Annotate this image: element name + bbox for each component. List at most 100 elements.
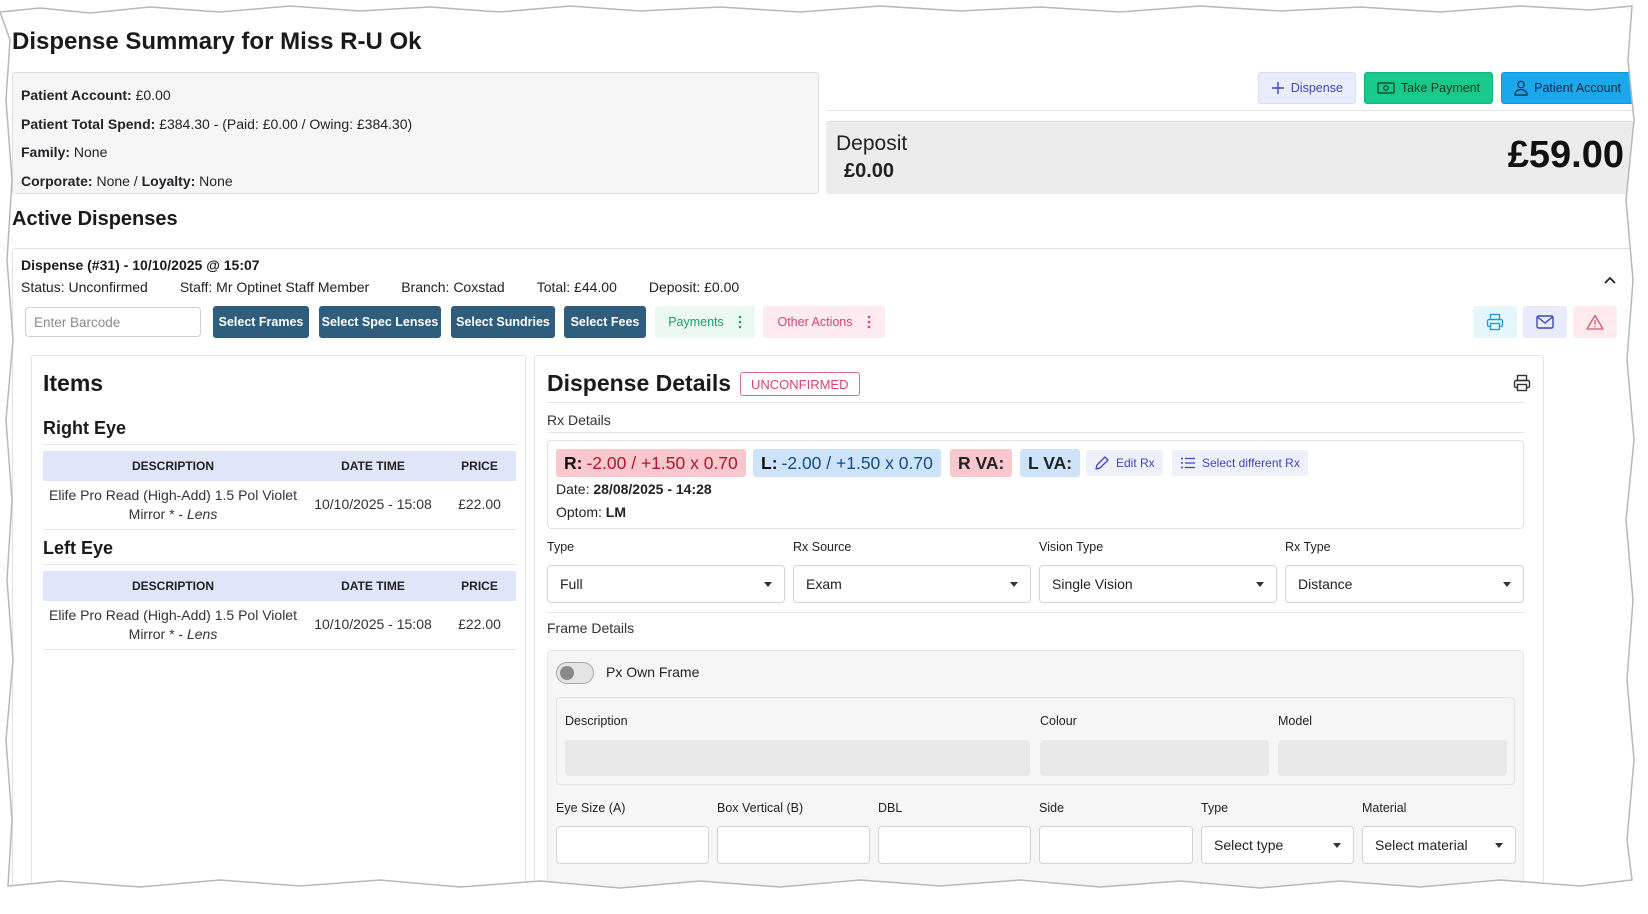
table-header-row: DESCRIPTION DATE TIME PRICE [43,451,516,481]
item-description: Elife Pro Read (High-Add) 1.5 Pol Violet… [43,481,303,530]
total-spend-label: Patient Total Spend: [21,115,156,132]
dispense-status: Status: Unconfirmed [21,279,148,295]
rx-right-va: R VA: [950,449,1013,477]
material-placeholder: Select material [1375,837,1468,853]
left-eye-title: Left Eye [43,538,114,558]
model-field [1278,740,1507,776]
patient-account-label: Patient Account: [21,87,132,103]
payments-menu-button[interactable]: Payments [655,306,755,338]
take-payment-button[interactable]: Take Payment [1363,72,1494,104]
rx-left-va: L VA: [1020,449,1081,477]
px-own-frame-label: Px Own Frame [606,664,700,680]
loyalty-label: Loyalty: [141,172,196,189]
rx-source-select-value: Exam [806,576,842,592]
patient-account-value: £0.00 [135,87,171,103]
select-different-rx-label: Select different Rx [1202,456,1300,470]
items-panel: Items Right Eye DESCRIPTION DATE TIME PR… [31,355,526,914]
rx-source-label: Rx Source [793,540,852,554]
chevron-up-icon[interactable] [1599,269,1621,291]
type-select[interactable]: Full [547,565,785,603]
rx-date-label: Date: [556,481,590,497]
dispense-branch: Branch: Coxstad [401,279,505,295]
eye-size-input[interactable] [556,826,709,864]
side-input[interactable] [1039,826,1193,864]
caret-down-icon [1495,842,1503,848]
item-datetime: 10/10/2025 - 15:08 [303,481,443,530]
account-summary: Patient Account: £0.00 Patient Total Spe… [12,72,819,194]
alert-button[interactable] [1573,306,1617,338]
kebab-icon [867,315,870,329]
printer-icon[interactable] [1513,374,1531,395]
item-description-line1: Elife Pro Read (High-Add) 1.5 Pol Violet [49,606,297,623]
dispense-heading: Dispense (#31) - 10/10/2025 @ 15:07 [21,257,260,273]
barcode-input[interactable] [25,307,201,337]
patient-account-button[interactable]: Patient Account [1501,72,1634,104]
rx-optom: Optom: LM [556,504,626,520]
rx-optom-value: LM [605,504,627,520]
rx-right-chip: R: -2.00 / +1.50 x 0.70 [556,449,746,477]
column-header: DESCRIPTION [43,451,303,481]
table-row[interactable]: Elife Pro Read (High-Add) 1.5 Pol Violet… [43,481,516,530]
list-icon [1181,457,1195,469]
cash-icon [1377,82,1395,94]
rx-right-label: R: [564,452,583,473]
material-select[interactable]: Select material [1362,826,1516,864]
item-description: Elife Pro Read (High-Add) 1.5 Pol Violet… [43,601,303,650]
rx-date-value: 28/08/2025 - 14:28 [593,481,712,497]
printer-icon [1486,313,1504,331]
item-description-line2: Mirror * - [128,625,187,642]
edit-rx-label: Edit Rx [1116,456,1155,470]
vision-type-select-value: Single Vision [1052,576,1133,592]
table-row[interactable]: Elife Pro Read (High-Add) 1.5 Pol Violet… [43,601,516,650]
dispense-toolbar: Select Frames Select Spec Lenses Select … [25,306,1623,338]
caret-down-icon [1333,842,1341,848]
colour-label: Colour [1040,714,1077,728]
right-eye-title: Right Eye [43,418,127,438]
dbl-input[interactable] [878,826,1031,864]
select-spec-lenses-button[interactable]: Select Spec Lenses [319,306,441,338]
envelope-icon [1536,315,1554,329]
take-payment-label: Take Payment [1400,81,1481,95]
select-frames-button[interactable]: Select Frames [213,306,309,338]
select-different-rx-button[interactable]: Select different Rx [1172,450,1308,476]
items-title: Items [43,370,104,396]
rx-left-chip: L: -2.00 / +1.50 x 0.70 [753,449,941,477]
select-fees-button[interactable]: Select Fees [564,306,646,338]
rx-summary: R: -2.00 / +1.50 x 0.70 L: -2.00 / +1.50… [547,440,1524,529]
other-actions-menu-button[interactable]: Other Actions [763,306,885,338]
column-header: PRICE [443,571,516,601]
family-label: Family: [21,144,71,160]
dispense-card: Dispense (#31) - 10/10/2025 @ 15:07 Stat… [12,248,1634,914]
rx-source-select[interactable]: Exam [793,565,1031,603]
active-dispenses-title: Active Dispenses [12,208,178,230]
select-sundries-button[interactable]: Select Sundries [451,306,555,338]
top-actions: Dispense Take Payment Patient Account [1257,72,1634,104]
eye-size-label: Eye Size (A) [556,801,626,815]
column-header: DESCRIPTION [43,571,303,601]
description-label: Description [565,714,628,728]
dispense-button[interactable]: Dispense [1257,72,1356,104]
box-vertical-input[interactable] [717,826,870,864]
box-vertical-label: Box Vertical (B) [717,801,804,815]
family-line: Family: None [21,138,810,167]
dispense-details-panel: Dispense Details UNCONFIRMED Rx Details … [534,355,1544,914]
frame-type-select[interactable]: Select type [1201,826,1354,864]
rx-type-select[interactable]: Distance [1285,565,1524,603]
frame-details-label: Frame Details [547,620,635,636]
edit-rx-button[interactable]: Edit Rx [1086,450,1163,476]
email-button[interactable] [1523,306,1567,338]
rx-right-value: -2.00 / +1.50 x 0.70 [586,452,738,473]
px-own-frame-toggle[interactable] [556,662,594,684]
table-header-row: DESCRIPTION DATE TIME PRICE [43,571,516,601]
rx-left-value: -2.00 / +1.50 x 0.70 [781,452,933,473]
print-button[interactable] [1473,306,1517,338]
item-price: £22.00 [443,601,516,650]
colour-field [1040,740,1269,776]
item-type: Lens [186,625,218,642]
deposit-total: £59.00 [1507,134,1624,176]
item-description-line1: Elife Pro Read (High-Add) 1.5 Pol Violet [49,486,297,503]
vision-type-select[interactable]: Single Vision [1039,565,1277,603]
patient-account-line: Patient Account: £0.00 [21,81,810,110]
item-price: £22.00 [443,481,516,530]
column-header: DATE TIME [303,451,443,481]
